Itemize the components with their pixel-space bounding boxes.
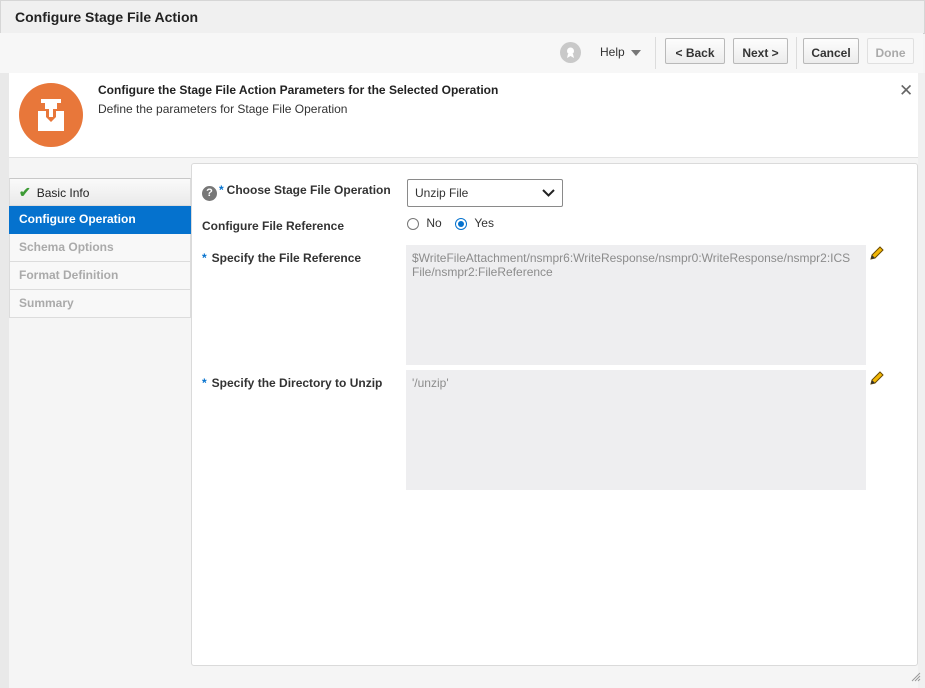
radio-no[interactable] [407,218,419,230]
radio-no-label: No [426,216,442,230]
step-basic-info[interactable]: ✔ Basic Info [9,178,191,206]
required-marker: * [202,251,207,265]
directory-field[interactable]: '/unzip' [406,370,866,490]
wizard-toolbar: Help < Back Next > Cancel Done [0,33,923,73]
check-icon: ✔ [19,184,31,200]
header-title: Configure the Stage File Action Paramete… [98,83,499,97]
radio-yes-label: Yes [474,216,494,230]
required-marker: * [219,183,224,197]
required-marker: * [202,376,207,390]
step-schema-options: Schema Options [9,234,191,262]
stage-operation-select[interactable]: Unzip File [407,179,563,207]
step-configure-operation[interactable]: Configure Operation [9,206,191,234]
cancel-button[interactable]: Cancel [803,38,859,64]
step-label: Summary [19,296,74,310]
step-label: Basic Info [36,186,90,200]
stage-operation-value: Unzip File [415,186,469,200]
operation-label-text: Choose Stage File Operation [226,183,391,197]
ribbon-icon[interactable] [560,42,581,63]
next-button[interactable]: Next > [733,38,788,64]
directory-label-text: Specify the Directory to Unzip [211,376,383,390]
help-label: Help [600,45,625,59]
step-label: Format Definition [19,268,119,282]
step-format-definition: Format Definition [9,262,191,290]
file-ref-config-label: Configure File Reference [202,219,345,233]
help-question-icon[interactable]: ? [202,186,217,201]
chevron-down-icon [630,49,641,56]
file-ref-field[interactable]: $WriteFileAttachment/nsmpr6:WriteRespons… [406,245,866,365]
chevron-down-icon [542,189,555,197]
help-menu[interactable]: Help [600,45,641,59]
edit-file-ref-pencil-icon[interactable] [869,245,885,264]
step-label: Configure Operation [19,212,136,226]
right-edge [918,73,925,688]
file-ref-label-text: Specify the File Reference [211,251,362,265]
wizard-header: Configure the Stage File Action Paramete… [9,73,918,158]
toolbar-divider [796,37,797,69]
wizard-steps: ✔ Basic Info Configure Operation Schema O… [9,178,191,318]
step-label: Schema Options [19,240,114,254]
header-subtitle: Define the parameters for Stage File Ope… [98,102,348,116]
dialog-title: Configure Stage File Action [15,9,199,25]
done-button[interactable]: Done [867,38,914,64]
directory-label: * Specify the Directory to Unzip [202,376,382,390]
left-edge [0,73,9,688]
stage-file-icon [19,83,83,147]
file-ref-radio-group: No Yes [407,216,494,230]
close-icon[interactable]: ✕ [899,81,913,101]
toolbar-divider [655,37,656,69]
back-button[interactable]: < Back [665,38,725,64]
resize-grip-icon[interactable] [911,671,921,685]
file-ref-label: * Specify the File Reference [202,251,361,265]
configure-operation-panel: ? * Choose Stage File Operation Unzip File… [191,163,918,666]
edit-directory-pencil-icon[interactable] [869,370,885,389]
step-summary: Summary [9,290,191,318]
dialog-titlebar: Configure Stage File Action [0,0,925,34]
radio-yes[interactable] [455,218,468,230]
operation-label: ? * Choose Stage File Operation [202,183,391,201]
